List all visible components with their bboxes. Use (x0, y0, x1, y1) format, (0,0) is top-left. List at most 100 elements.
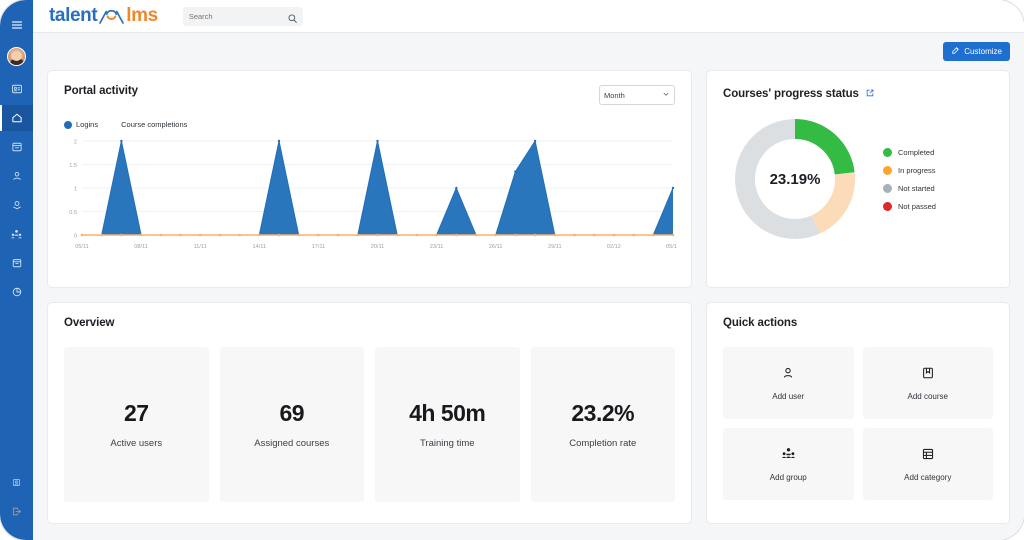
top-bar: talent lms (33, 0, 1024, 33)
courses-progress-header: Courses' progress status (723, 85, 993, 103)
svg-text:1: 1 (74, 187, 77, 193)
stat-label: Assigned courses (254, 438, 329, 449)
donut-legend-item: Not passed (883, 202, 936, 211)
stat-value: 23.2% (571, 400, 634, 427)
stat-value: 27 (124, 400, 149, 427)
dashboard-row-top: Portal activity Month (47, 70, 1010, 288)
svg-text:11/11: 11/11 (194, 244, 207, 250)
quick-action-label: Add course (908, 392, 948, 401)
chart-legend: Logins Course completions (64, 120, 675, 129)
svg-text:26/11: 26/11 (489, 244, 503, 250)
quick-actions-card: Quick actions Add user (706, 302, 1010, 524)
quick-action-label: Add user (772, 392, 804, 401)
legend-dot-in-progress (883, 166, 892, 175)
svg-text:14/11: 14/11 (253, 244, 267, 250)
svg-text:05/11: 05/11 (75, 244, 89, 250)
search-box[interactable] (183, 7, 303, 26)
customize-row: Customize (47, 42, 1010, 61)
donut-center-value: 23.19% (729, 113, 861, 245)
account-icon[interactable] (0, 469, 33, 495)
stat-card: 23.2% Completion rate (531, 347, 676, 502)
group-add-icon (781, 446, 796, 466)
category-add-icon (921, 447, 935, 466)
quick-action-add-category[interactable]: Add category (863, 428, 994, 500)
donut-area: 23.19% Completed In progress (723, 113, 993, 245)
quick-actions-grid: Add user Add course (723, 347, 993, 500)
stat-label: Training time (420, 438, 475, 449)
edit-icon (951, 46, 960, 57)
groups-icon[interactable] (0, 221, 33, 247)
book-add-icon (921, 366, 935, 385)
legend-item-logins: Logins (64, 120, 98, 129)
browser-window: talent lms (0, 0, 1024, 540)
logout-icon[interactable] (0, 498, 33, 524)
stat-label: Active users (110, 438, 162, 449)
activity-chart-svg: 00.511.5205/1108/1111/1114/1117/1120/112… (64, 135, 677, 253)
dashboard-row-bottom: Overview 27 Active users 69 Assigned cou… (47, 302, 1010, 524)
quick-action-label: Add group (770, 473, 807, 482)
calendar-icon[interactable] (0, 250, 33, 276)
logo-smile-icon (98, 8, 125, 25)
customize-button[interactable]: Customize (943, 42, 1010, 61)
period-select[interactable]: Month (599, 85, 675, 105)
portal-activity-card: Portal activity Month (47, 70, 692, 288)
quick-action-add-user[interactable]: Add user (723, 347, 854, 419)
portal-activity-header: Portal activity Month (64, 85, 675, 105)
layers-icon[interactable] (0, 192, 33, 218)
menu-icon[interactable] (0, 12, 33, 38)
legend-label-in-progress: In progress (898, 166, 936, 175)
svg-text:23/11: 23/11 (430, 244, 444, 250)
legend-item-completions: Course completions (109, 120, 187, 129)
donut-chart: 23.19% (729, 113, 861, 245)
search-input[interactable] (189, 12, 285, 21)
stat-card: 27 Active users (64, 347, 209, 502)
svg-text:0: 0 (74, 234, 77, 240)
quick-action-label: Add category (904, 473, 951, 482)
overview-title: Overview (64, 317, 675, 329)
logo-text-lms: lms (126, 5, 158, 27)
main-content: Customize Portal activity Month (33, 33, 1024, 540)
svg-text:02/12: 02/12 (607, 244, 621, 250)
donut-legend-item: Not started (883, 184, 936, 193)
stat-value: 4h 50m (409, 400, 485, 427)
stat-label: Completion rate (569, 438, 636, 449)
app-screenshot: talent lms (0, 0, 1024, 540)
stat-card: 4h 50m Training time (375, 347, 520, 502)
quick-action-add-group[interactable]: Add group (723, 428, 854, 500)
donut-legend-item: Completed (883, 148, 936, 157)
external-link-icon[interactable] (865, 85, 875, 103)
overview-card: Overview 27 Active users 69 Assigned cou… (47, 302, 692, 524)
stat-value: 69 (279, 400, 304, 427)
legend-label-not-started: Not started (898, 184, 935, 193)
legend-label-completions: Course completions (121, 120, 187, 129)
donut-legend: Completed In progress Not started (883, 148, 936, 211)
quick-actions-title: Quick actions (723, 317, 993, 329)
users-icon[interactable] (0, 163, 33, 189)
avatar[interactable] (7, 47, 26, 66)
app-logo[interactable]: talent lms (49, 5, 158, 27)
sidebar-item-home[interactable] (0, 105, 33, 131)
legend-dot-not-passed (883, 202, 892, 211)
legend-dot-completions (109, 121, 117, 129)
customize-label: Customize (964, 47, 1002, 56)
courses-icon[interactable] (0, 134, 33, 160)
courses-progress-title: Courses' progress status (723, 88, 859, 100)
id-card-icon[interactable] (0, 76, 33, 102)
legend-dot-completed (883, 148, 892, 157)
quick-action-add-course[interactable]: Add course (863, 347, 994, 419)
search-icon[interactable] (287, 11, 298, 29)
courses-progress-card: Courses' progress status 23.19% (706, 70, 1010, 288)
legend-label-not-passed: Not passed (898, 202, 936, 211)
svg-text:2: 2 (74, 140, 77, 146)
logo-text-talent: talent (49, 5, 97, 27)
svg-text:0.5: 0.5 (69, 210, 77, 216)
period-select-value: Month (604, 91, 625, 100)
svg-text:20/11: 20/11 (371, 244, 385, 250)
reports-icon[interactable] (0, 279, 33, 305)
donut-legend-item: In progress (883, 166, 936, 175)
portal-activity-title: Portal activity (64, 85, 138, 97)
svg-text:1.5: 1.5 (69, 163, 77, 169)
legend-dot-logins (64, 121, 72, 129)
overview-stats: 27 Active users 69 Assigned courses 4h 5… (64, 347, 675, 502)
legend-dot-not-started (883, 184, 892, 193)
